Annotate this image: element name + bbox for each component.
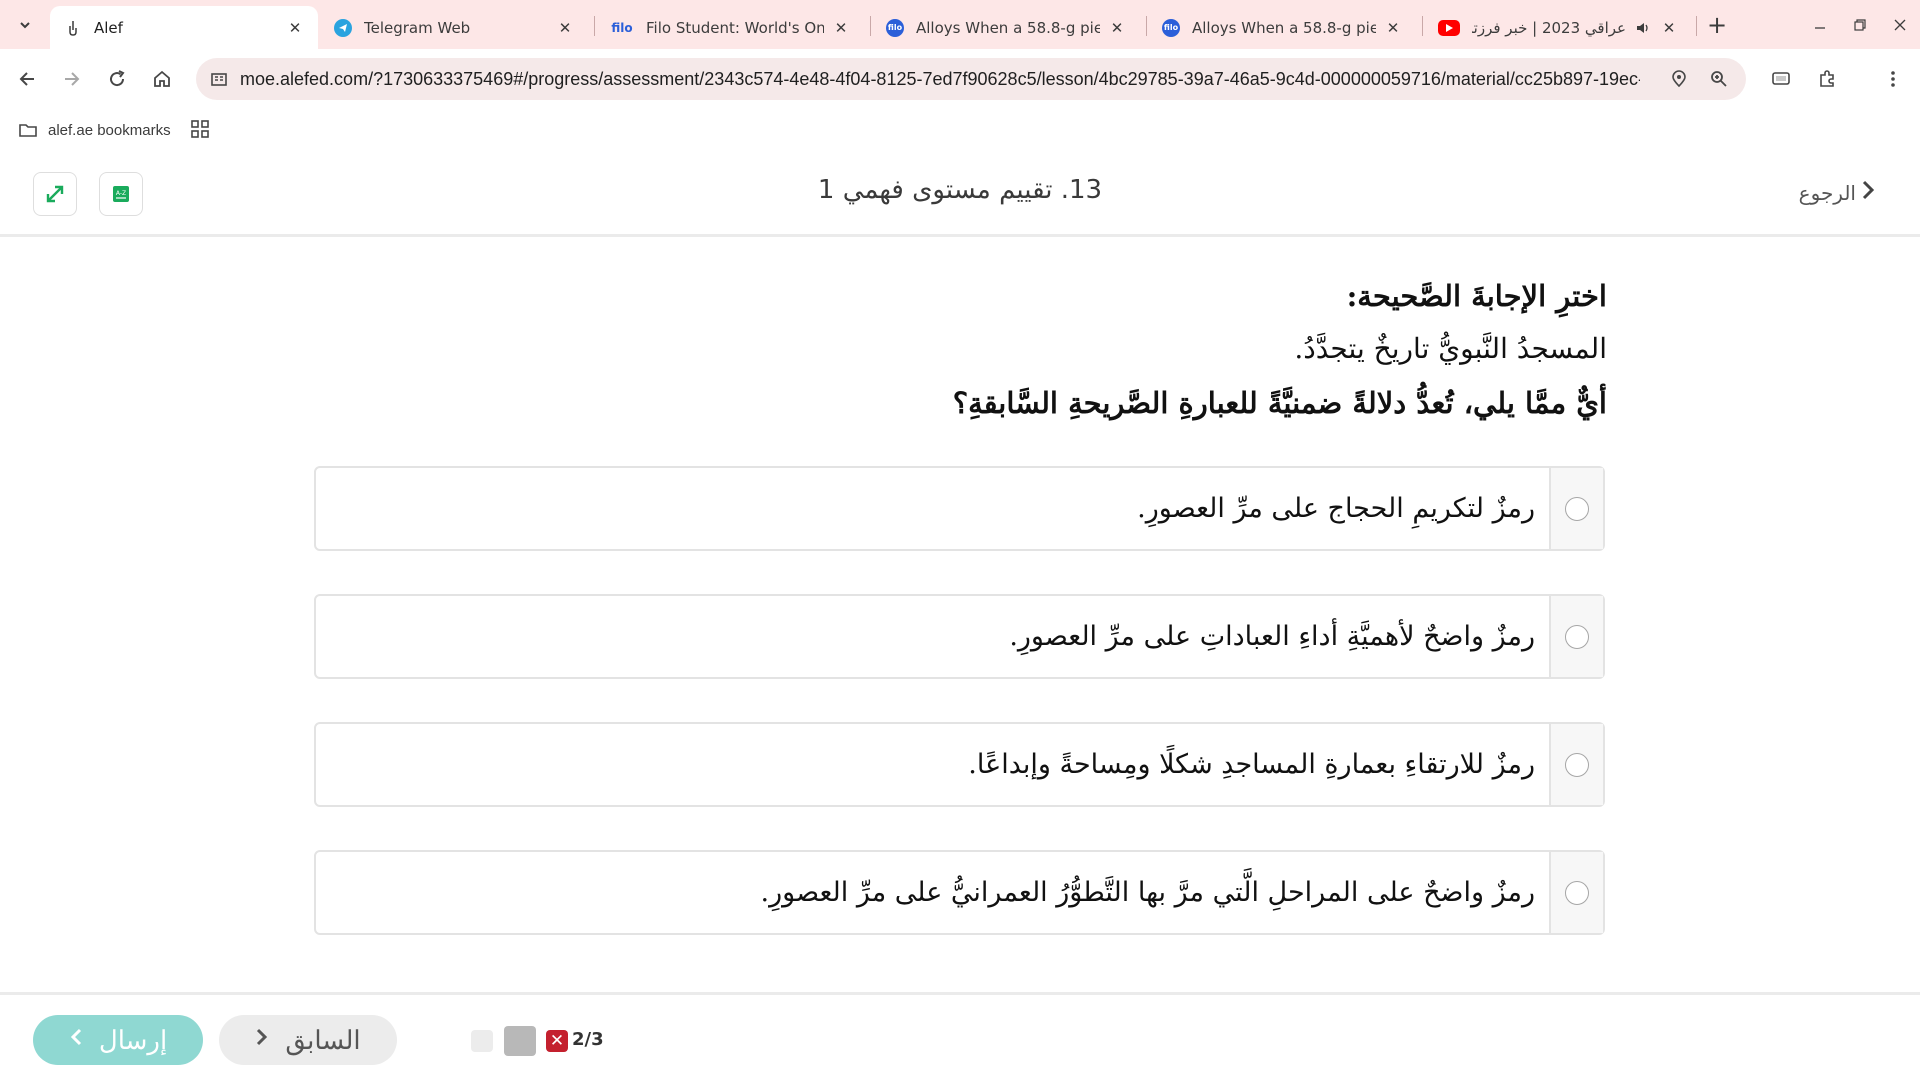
wrong-answer-icon: ✕: [546, 1030, 568, 1052]
progress-counter: 2/3: [572, 1029, 604, 1050]
new-tab-plus-icon[interactable]: +: [1702, 10, 1732, 40]
tab-youtube[interactable]: عراقي 2023 | خبر فرزتني ... ✕: [1424, 6, 1692, 49]
cast-icon[interactable]: [1766, 64, 1796, 94]
filo-icon: filo: [611, 20, 633, 35]
tab-close-icon[interactable]: ✕: [1660, 19, 1678, 37]
option-text: رمزٌ واضحٌ على المراحلِ الَّتي مرَّ بها …: [760, 877, 1536, 908]
close-window-icon[interactable]: [1880, 10, 1920, 40]
tab-separator: [870, 16, 871, 36]
tab-alef[interactable]: Alef ✕: [50, 6, 318, 49]
speaker-icon[interactable]: [1634, 19, 1652, 37]
option-text: رمزٌ لتكريمِ الحجاج على مرِّ العصورِ.: [1137, 493, 1535, 524]
submit-label: إرسال: [98, 1024, 168, 1055]
question-statement: المسجدُ النَّبويُّ تاريخٌ يتجدَّدُ.: [1294, 332, 1607, 365]
answer-option-4[interactable]: رمزٌ واضحٌ على المراحلِ الَّتي مرَّ بها …: [314, 850, 1605, 935]
answer-option-3[interactable]: رمزٌ للارتقاءِ بعمارةِ المساجدِ شكلًا وم…: [314, 722, 1605, 807]
tab-close-icon[interactable]: ✕: [1384, 19, 1402, 37]
bookmark-label: alef.ae bookmarks: [48, 121, 171, 139]
previous-label: السابق: [285, 1024, 361, 1055]
option-radio-cell[interactable]: [1549, 852, 1603, 933]
filo-icon: filo: [1162, 18, 1180, 37]
svg-text:A-Z: A-Z: [116, 190, 126, 197]
tab-separator: [1696, 16, 1697, 36]
tab-title: عراقي 2023 | خبر فرزتني ...: [1472, 18, 1626, 37]
url-input[interactable]: [240, 58, 1640, 100]
previous-button[interactable]: السابق: [219, 1015, 397, 1065]
tab-separator: [594, 16, 595, 36]
tab-filo-student[interactable]: filo Filo Student: World's Only Li ✕: [596, 6, 864, 49]
progress-square-unanswered: [471, 1030, 493, 1052]
option-text: رمزٌ للارتقاءِ بعمارةِ المساجدِ شكلًا وم…: [968, 749, 1535, 780]
page-title: 13. تقييم مستوى فهمي 1: [817, 175, 1103, 205]
tab-title: Filo Student: World's Only Li: [646, 18, 824, 37]
glossary-button[interactable]: A-Z: [99, 172, 143, 216]
site-info-icon[interactable]: [210, 70, 228, 88]
question-instruction: اخترِ الإجابةَ الصَّحيحة:: [1346, 279, 1607, 313]
question-prompt: اخترِ الإجابةَ الصَّحيحة: المسجدُ النَّب…: [707, 270, 1607, 430]
minimize-icon[interactable]: [1800, 10, 1840, 40]
tab-title: Alloys When a 58.8-g piece o: [916, 18, 1100, 37]
tab-filo-alloys-2[interactable]: filo Alloys When a 58.8-g piece o ✕: [1148, 6, 1416, 49]
tab-search-button[interactable]: [10, 10, 40, 40]
bookmark-folder-alef[interactable]: alef.ae bookmarks: [18, 115, 171, 145]
chevron-right-icon: [1860, 179, 1876, 207]
radio-button[interactable]: [1565, 624, 1589, 649]
browser-toolbar: [0, 49, 1920, 109]
forward-arrow-icon[interactable]: [57, 64, 87, 94]
restore-icon[interactable]: [1840, 10, 1880, 40]
back-arrow-icon[interactable]: [12, 64, 42, 94]
question-ask: أيٌّ ممَّا يلي، تُعدُّ دلالةً ضمنيَّةً ل…: [952, 386, 1607, 420]
submit-button[interactable]: إرسال: [33, 1015, 203, 1065]
assessment-footer: إرسال السابق ✕ 2/3: [0, 992, 1920, 1080]
answer-option-1[interactable]: رمزٌ لتكريمِ الحجاج على مرِّ العصورِ.: [314, 466, 1605, 551]
dictionary-icon: A-Z: [113, 186, 129, 202]
tab-close-icon[interactable]: ✕: [832, 19, 850, 37]
option-radio-cell[interactable]: [1549, 468, 1603, 549]
tab-title: Telegram Web: [364, 18, 471, 37]
chevron-right-icon: [255, 1027, 269, 1053]
radio-button[interactable]: [1565, 752, 1589, 777]
radio-button[interactable]: [1565, 880, 1589, 905]
lesson-header: A-Z 13. تقييم مستوى فهمي 1 الرجوع: [0, 151, 1920, 237]
progress-square-current: [504, 1026, 536, 1056]
extensions-icon[interactable]: [1812, 64, 1842, 94]
back-label: الرجوع: [1798, 181, 1856, 205]
option-text: رمزٌ واضحٌ لأهميَّةِ أداءِ العباداتِ على…: [1009, 621, 1535, 652]
folder-icon: [19, 124, 37, 137]
option-radio-cell[interactable]: [1549, 724, 1603, 805]
alef-favicon-icon: [64, 19, 82, 37]
tab-filo-alloys-1[interactable]: filo Alloys When a 58.8-g piece o ✕: [872, 6, 1140, 49]
tab-close-icon[interactable]: ✕: [1108, 19, 1126, 37]
home-icon[interactable]: [147, 64, 177, 94]
chevron-left-icon: [69, 1027, 83, 1053]
option-radio-cell[interactable]: [1549, 596, 1603, 677]
tab-separator: [1146, 16, 1147, 36]
tab-title: Alef: [94, 18, 123, 37]
question-area: اخترِ الإجابةَ الصَّحيحة: المسجدُ النَّب…: [0, 240, 1920, 992]
tab-close-icon[interactable]: ✕: [286, 19, 304, 37]
expand-arrows-icon: [46, 185, 64, 203]
fullscreen-button[interactable]: [33, 172, 77, 216]
radio-button[interactable]: [1565, 496, 1589, 521]
back-link[interactable]: الرجوع: [1799, 179, 1876, 207]
reload-icon[interactable]: [102, 64, 132, 94]
chevron-down-icon: [20, 22, 30, 29]
answer-option-2[interactable]: رمزٌ واضحٌ لأهميَّةِ أداءِ العباداتِ على…: [314, 594, 1605, 679]
telegram-icon: [334, 18, 352, 37]
zoom-icon[interactable]: [1708, 68, 1730, 90]
location-pin-icon[interactable]: [1668, 68, 1690, 90]
kebab-menu-icon[interactable]: [1878, 64, 1908, 94]
tab-close-icon[interactable]: ✕: [556, 19, 574, 37]
apps-grid-icon[interactable]: [190, 119, 212, 141]
tab-title: Alloys When a 58.8-g piece o: [1192, 18, 1376, 37]
youtube-icon: [1438, 19, 1460, 36]
tab-separator: [1422, 16, 1423, 36]
filo-icon: filo: [886, 18, 904, 37]
browser-tabstrip: Alef ✕ Telegram Web ✕ filo Filo Student:…: [0, 0, 1920, 49]
address-bar[interactable]: [196, 58, 1746, 100]
bookmarks-bar: alef.ae bookmarks: [0, 109, 1920, 151]
tab-telegram[interactable]: Telegram Web ✕: [320, 6, 588, 49]
